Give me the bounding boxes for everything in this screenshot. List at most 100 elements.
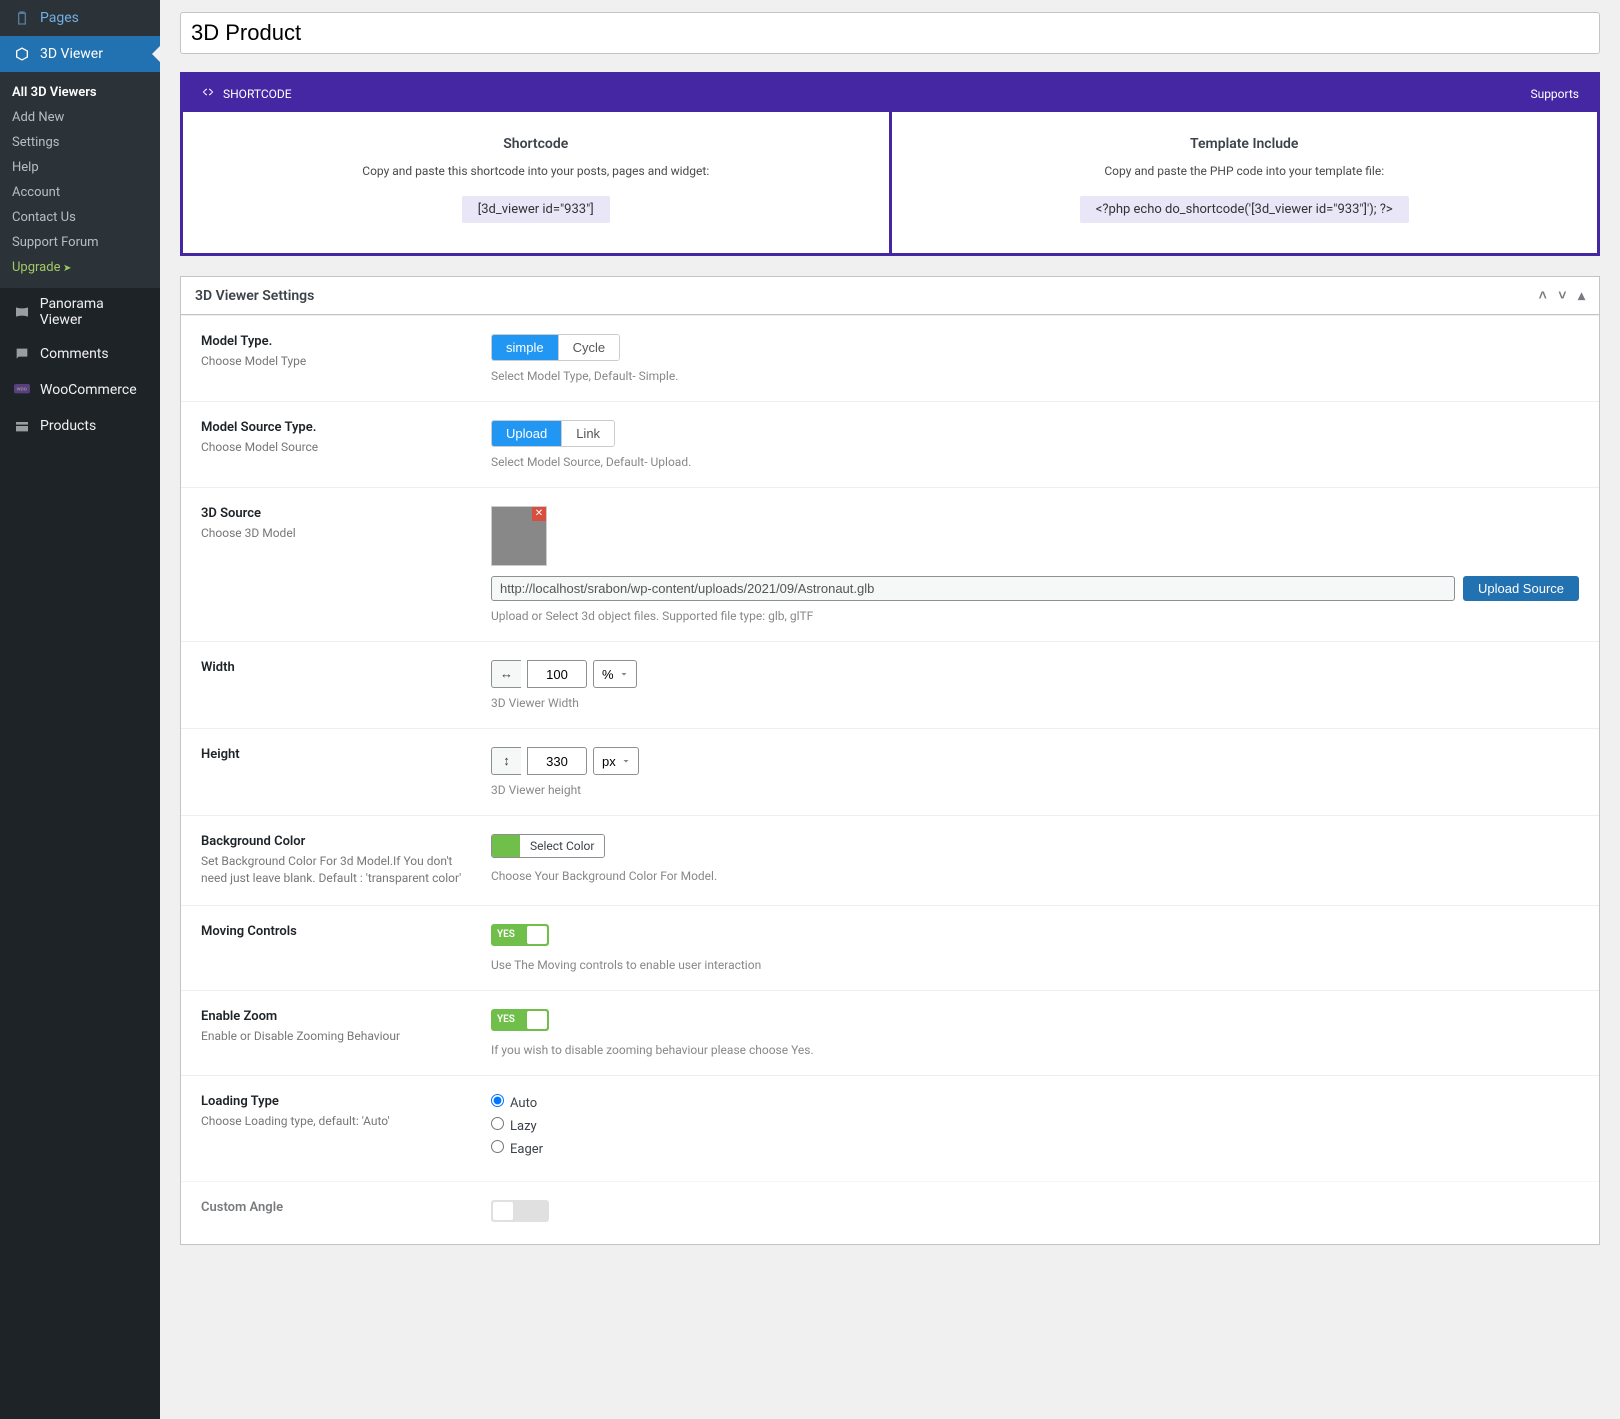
sidebar-item-comments[interactable]: Comments	[0, 336, 160, 372]
model-type-buttons: simple Cycle	[491, 334, 620, 361]
custom-angle-label: Custom Angle	[201, 1200, 491, 1215]
row-width: Width ↔ % 3D Viewer Width	[181, 641, 1599, 728]
model-type-simple[interactable]: simple	[492, 335, 558, 360]
model-source-link[interactable]: Link	[561, 421, 614, 446]
loading-type-sub: Choose Loading type, default: 'Auto'	[201, 1113, 491, 1130]
row-3d-source: 3D Source Choose 3D Model ✕ Upload Sourc…	[181, 487, 1599, 641]
radio-lazy-label: Lazy	[510, 1119, 537, 1134]
main-content: SHORTCODE Supports Shortcode Copy and pa…	[160, 0, 1620, 1419]
panel-toggle-icon[interactable]: ▴	[1578, 288, 1585, 304]
sidebar-sub-contact[interactable]: Contact Us	[0, 205, 160, 230]
width-input[interactable]	[527, 660, 587, 688]
pages-icon	[12, 8, 32, 28]
source-thumbnail: ✕	[491, 506, 547, 566]
select-color-button: Select Color	[520, 835, 604, 857]
moving-controls-help: Use The Moving controls to enable user i…	[491, 958, 1579, 972]
model-source-type-label: Model Source Type.	[201, 420, 491, 435]
panel-down-icon[interactable]: ˅	[1558, 288, 1566, 304]
sidebar-item-panorama[interactable]: Panorama Viewer	[0, 288, 160, 336]
loading-type-auto[interactable]: Auto	[491, 1094, 1579, 1111]
custom-angle-toggle[interactable]	[491, 1200, 549, 1222]
width-help: 3D Viewer Width	[491, 696, 1579, 710]
toggle-yes-label: YES	[497, 1009, 515, 1031]
sidebar-item-products[interactable]: Products	[0, 408, 160, 444]
woo-icon: woo	[12, 380, 32, 400]
model-type-cycle[interactable]: Cycle	[558, 335, 620, 360]
height-input[interactable]	[527, 747, 587, 775]
radio-eager[interactable]	[491, 1140, 504, 1153]
panel-up-icon[interactable]: ˄	[1539, 288, 1547, 304]
upload-source-button[interactable]: Upload Source	[1463, 576, 1579, 601]
model-type-help: Select Model Type, Default- Simple.	[491, 369, 1579, 383]
loading-type-lazy[interactable]: Lazy	[491, 1117, 1579, 1134]
height-label: Height	[201, 747, 491, 762]
title-wrap	[180, 12, 1600, 54]
sidebar-sub-upgrade[interactable]: Upgrade	[0, 255, 160, 280]
sidebar-item-woocommerce[interactable]: woo WooCommerce	[0, 372, 160, 408]
template-title: Template Include	[904, 136, 1586, 152]
height-unit-select[interactable]: px	[593, 747, 639, 775]
sidebar-item-label: Pages	[40, 10, 79, 26]
products-icon	[12, 416, 32, 436]
enable-zoom-toggle[interactable]: YES	[491, 1009, 549, 1031]
sidebar-item-label: Products	[40, 418, 96, 434]
panorama-icon	[12, 302, 32, 322]
row-custom-angle: Custom Angle	[181, 1181, 1599, 1244]
sidebar-item-3d-viewer[interactable]: 3D Viewer	[0, 36, 160, 72]
radio-auto-label: Auto	[510, 1096, 537, 1111]
supports-link[interactable]: Supports	[1530, 87, 1579, 101]
template-code[interactable]: <?php echo do_shortcode('[3d_viewer id="…	[1080, 196, 1409, 223]
shortcode-code[interactable]: [3d_viewer id="933"]	[462, 196, 610, 223]
model-source-type-sub: Choose Model Source	[201, 439, 491, 456]
sidebar-item-label: Panorama Viewer	[40, 296, 148, 328]
row-moving-controls: Moving Controls YES Use The Moving contr…	[181, 905, 1599, 990]
enable-zoom-help: If you wish to disable zooming behaviour…	[491, 1043, 1579, 1057]
code-icon	[201, 85, 215, 102]
loading-type-eager[interactable]: Eager	[491, 1140, 1579, 1157]
model-source-type-help: Select Model Source, Default- Upload.	[491, 455, 1579, 469]
sidebar-item-label: 3D Viewer	[40, 46, 103, 62]
panel-controls: ˄ ˅ ▴	[1531, 287, 1585, 304]
row-bg-color: Background Color Set Background Color Fo…	[181, 815, 1599, 905]
sidebar-item-pages[interactable]: Pages	[0, 0, 160, 36]
height-help: 3D Viewer height	[491, 783, 1579, 797]
width-label: Width	[201, 660, 491, 675]
shortcode-panel: SHORTCODE Supports Shortcode Copy and pa…	[180, 72, 1600, 256]
color-picker[interactable]: Select Color	[491, 834, 605, 858]
model-type-sub: Choose Model Type	[201, 353, 491, 370]
bg-color-help: Choose Your Background Color For Model.	[491, 869, 1579, 883]
toggle-yes-label: YES	[497, 924, 515, 946]
row-model-source-type: Model Source Type. Choose Model Source U…	[181, 401, 1599, 487]
remove-source-icon[interactable]: ✕	[532, 507, 546, 521]
sidebar-sub-account[interactable]: Account	[0, 180, 160, 205]
sidebar-sub-support[interactable]: Support Forum	[0, 230, 160, 255]
post-title-input[interactable]	[180, 12, 1600, 54]
comments-icon	[12, 344, 32, 364]
width-unit-select[interactable]: %	[593, 660, 637, 688]
sidebar-sub-settings[interactable]: Settings	[0, 130, 160, 155]
enable-zoom-sub: Enable or Disable Zooming Behaviour	[201, 1028, 491, 1045]
admin-sidebar: Pages 3D Viewer All 3D Viewers Add New S…	[0, 0, 160, 1419]
cube-icon	[12, 44, 32, 64]
sidebar-sub-help[interactable]: Help	[0, 155, 160, 180]
3d-source-sub: Choose 3D Model	[201, 525, 491, 542]
source-url-input[interactable]	[491, 576, 1455, 601]
width-icon: ↔	[491, 660, 521, 688]
moving-controls-toggle[interactable]: YES	[491, 924, 549, 946]
model-source-upload[interactable]: Upload	[492, 421, 561, 446]
model-type-label: Model Type.	[201, 334, 491, 349]
shortcode-title: Shortcode	[195, 136, 877, 152]
radio-auto[interactable]	[491, 1094, 504, 1107]
sidebar-sub-all-viewers[interactable]: All 3D Viewers	[0, 80, 160, 105]
enable-zoom-label: Enable Zoom	[201, 1009, 491, 1024]
row-height: Height ↕ px 3D Viewer height	[181, 728, 1599, 815]
bg-color-label: Background Color	[201, 834, 491, 849]
radio-lazy[interactable]	[491, 1117, 504, 1130]
settings-panel-header: 3D Viewer Settings ˄ ˅ ▴	[181, 277, 1599, 315]
svg-text:woo: woo	[17, 387, 27, 393]
toggle-knob	[493, 1202, 513, 1220]
settings-panel-title: 3D Viewer Settings	[195, 288, 314, 304]
settings-panel: 3D Viewer Settings ˄ ˅ ▴ Model Type. Cho…	[180, 276, 1600, 1245]
sidebar-sub-add-new[interactable]: Add New	[0, 105, 160, 130]
shortcode-col: Shortcode Copy and paste this shortcode …	[183, 112, 889, 253]
